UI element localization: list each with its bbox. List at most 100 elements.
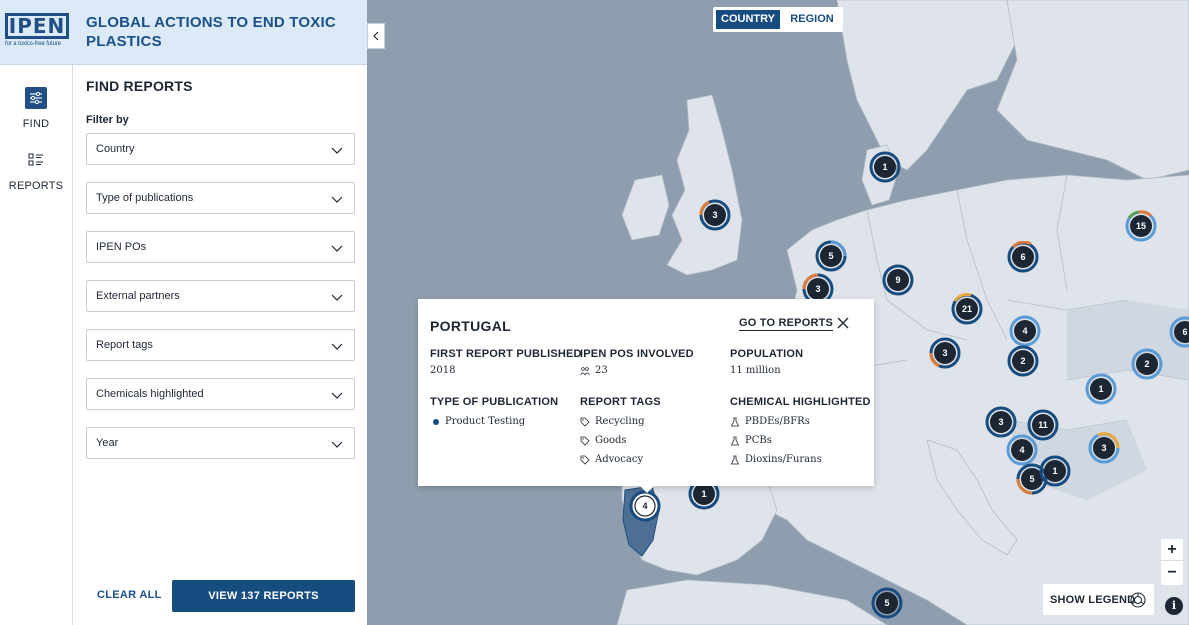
chevron-down-icon (331, 343, 343, 350)
chemical-item: PCBs (730, 435, 871, 446)
tag-icon (580, 436, 590, 446)
select-label: Year (96, 437, 119, 449)
popup-pointer (639, 485, 655, 493)
close-icon[interactable] (836, 316, 850, 330)
brand-header: IPEN for a toxics-free future GLOBAL ACT… (0, 0, 367, 65)
zoom-control: + − (1161, 539, 1183, 585)
chevron-left-icon (373, 31, 379, 41)
toggle-region[interactable]: REGION (785, 10, 839, 29)
map-marker[interactable]: 1 (869, 151, 901, 183)
filter-year-select[interactable]: Year (86, 427, 355, 459)
map-marker[interactable]: 6 (1169, 316, 1189, 348)
chemicals-section: CHEMICAL HIGHLIGHTED PBDEs/BFRs PCBs Dio… (730, 396, 871, 465)
info-button[interactable]: i (1165, 597, 1183, 615)
filter-by-label: Filter by (86, 114, 129, 126)
zoom-in-button[interactable]: + (1161, 539, 1183, 561)
chevron-down-icon (331, 441, 343, 448)
ipen-pos-row: 23 (580, 365, 694, 376)
type-item-label: Product Testing (445, 416, 526, 427)
map-marker-selected[interactable]: 4 (629, 490, 661, 522)
chemicals-label: CHEMICAL HIGHLIGHTED (730, 396, 871, 408)
filter-report-tags-select[interactable]: Report tags (86, 329, 355, 361)
people-icon (580, 366, 590, 375)
type-item: Product Testing (430, 416, 558, 427)
select-label: External partners (96, 290, 180, 302)
filter-ipen-pos-select[interactable]: IPEN POs (86, 231, 355, 263)
flask-icon (730, 436, 740, 445)
ipen-logo[interactable]: IPEN for a toxics-free future (5, 13, 71, 53)
tags-label: REPORT TAGS (580, 396, 661, 408)
map-marker[interactable]: 15 (1125, 210, 1157, 242)
map-marker[interactable]: 3 (1088, 432, 1120, 464)
map-marker[interactable]: 3 (929, 337, 961, 369)
toggle-country[interactable]: COUNTRY (716, 10, 780, 29)
chevron-down-icon (331, 392, 343, 399)
population-label: POPULATION (730, 348, 804, 360)
filter-country-select[interactable]: Country (86, 133, 355, 165)
bullet-icon (433, 418, 439, 425)
logo-tagline: for a toxics-free future (5, 41, 61, 47)
select-label: Type of publications (96, 192, 194, 204)
chevron-down-icon (331, 196, 343, 203)
filter-external-partners-select[interactable]: External partners (86, 280, 355, 312)
map-marker[interactable]: 4 (1009, 315, 1041, 347)
chemical-item: PBDEs/BFRs (730, 416, 871, 427)
first-report-value: 2018 (430, 365, 456, 376)
population-value: 11 million (730, 365, 781, 376)
view-toggle: COUNTRY REGION (713, 7, 843, 32)
map-marker[interactable]: 2 (1007, 345, 1039, 377)
tag-item-label: Advocacy (595, 454, 644, 465)
first-report-section: FIRST REPORT PUBLISHED 2018 (430, 348, 582, 376)
map-marker[interactable]: 5 (871, 587, 903, 619)
logo-wordmark: IPEN (5, 13, 69, 39)
map-marker[interactable]: 6 (1007, 241, 1039, 273)
map-marker[interactable]: 1 (1085, 373, 1117, 405)
view-reports-button[interactable]: VIEW 137 REPORTS (172, 580, 355, 612)
icon-rail: FIND REPORTS (0, 65, 73, 625)
select-label: IPEN POs (96, 241, 147, 253)
tag-item-label: Goods (595, 435, 627, 446)
chemical-item-label: PCBs (745, 435, 772, 446)
map-marker[interactable]: 5 (815, 240, 847, 272)
list-icon (25, 149, 47, 171)
clear-all-button[interactable]: CLEAR ALL (97, 589, 162, 601)
show-legend-button[interactable]: SHOW LEGEND (1043, 584, 1154, 615)
map-marker[interactable]: 2 (1131, 348, 1163, 380)
map-marker[interactable]: 3 (699, 199, 731, 231)
flask-icon (730, 455, 740, 464)
rail-item-reports[interactable]: REPORTS (0, 149, 72, 192)
rail-item-find[interactable]: FIND (0, 87, 72, 130)
type-label: TYPE OF PUBLICATION (430, 396, 559, 408)
map-marker[interactable]: 1 (1039, 455, 1071, 487)
map-marker[interactable]: 21 (951, 293, 983, 325)
select-label: Report tags (96, 339, 153, 351)
tags-section: REPORT TAGS Recycling Goods Advocacy (580, 396, 661, 465)
app: IPEN for a toxics-free future GLOBAL ACT… (0, 0, 1189, 625)
zoom-out-button[interactable]: − (1161, 562, 1183, 584)
tag-icon (580, 417, 590, 427)
filter-type-select[interactable]: Type of publications (86, 182, 355, 214)
chemical-item-label: Dioxins/Furans (745, 454, 822, 465)
select-label: Country (96, 143, 135, 155)
type-section: TYPE OF PUBLICATION Product Testing (430, 396, 558, 427)
select-label: Chemicals highlighted (96, 388, 204, 400)
go-to-reports-link[interactable]: GO TO REPORTS (739, 317, 834, 331)
map-marker[interactable]: 9 (882, 264, 914, 296)
sidebar: IPEN for a toxics-free future GLOBAL ACT… (0, 0, 367, 625)
collapse-panel-button[interactable] (367, 23, 385, 49)
ipen-pos-label: IPEN POS INVOLVED (580, 348, 694, 360)
country-popup: PORTUGAL GO TO REPORTS FIRST REPORT PUBL… (418, 299, 874, 493)
rail-label-reports: REPORTS (8, 180, 64, 192)
first-report-label: FIRST REPORT PUBLISHED (430, 348, 582, 360)
chevron-down-icon (331, 245, 343, 252)
show-legend-label: SHOW LEGEND (1050, 594, 1136, 606)
tag-item: Advocacy (580, 454, 661, 465)
sliders-icon (25, 87, 47, 109)
panel-title: FIND REPORTS (86, 78, 193, 94)
chevron-down-icon (331, 147, 343, 154)
ipen-pos-section: IPEN POS INVOLVED 23 (580, 348, 694, 376)
filter-chemicals-select[interactable]: Chemicals highlighted (86, 378, 355, 410)
popup-country-title: PORTUGAL (430, 318, 511, 334)
map-marker[interactable]: 4 (1006, 434, 1038, 466)
tag-item: Goods (580, 435, 661, 446)
